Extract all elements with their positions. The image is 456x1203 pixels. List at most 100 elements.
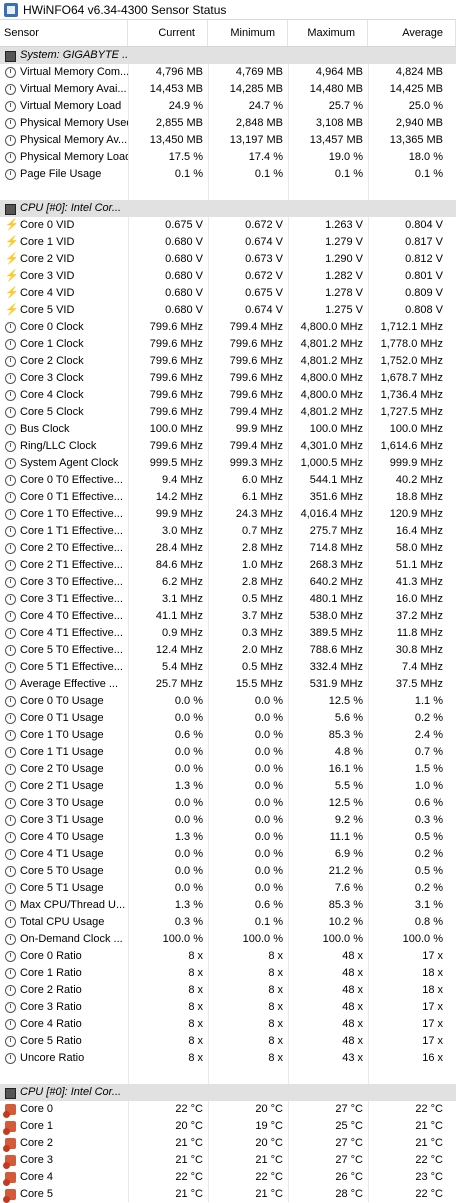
sensor-row[interactable]: Core 0 T1 Usage 0.0 % 0.0 % 5.6 % 0.2 % [0, 710, 456, 727]
sensor-row[interactable]: Core 3 T0 Effective... 6.2 MHz 2.8 MHz 640.… [0, 574, 456, 591]
sensor-row[interactable]: Physical Memory Used 2,855 MB 2,848 MB 3,10… [0, 115, 456, 132]
chip-icon [5, 51, 16, 62]
average-value: 17 x [422, 1018, 443, 1030]
sensor-row[interactable]: Bus Clock 100.0 MHz 99.9 MHz 100.0 MHz 100.0… [0, 421, 456, 438]
header-current[interactable]: Current [128, 20, 208, 46]
sensor-row[interactable]: Virtual Memory Load 24.9 % 24.7 % 25.7 % 25.… [0, 98, 456, 115]
minimum-value: 0.0 % [254, 763, 283, 775]
sensor-row[interactable]: Core 5 Ratio 8 x 8 x 48 x 17 x [0, 1033, 456, 1050]
sensor-row[interactable]: Core 3 T1 Effective... 3.1 MHz 0.5 MHz 480.… [0, 591, 456, 608]
sensor-row[interactable]: Physical Memory Load 17.5 % 17.4 % 19.0 % 18… [0, 149, 456, 166]
sensor-list[interactable]: System: GIGABYTE ... Virtual Memory Com..… [0, 47, 456, 1203]
maximum-value: 5.5 % [334, 780, 363, 792]
sensor-row[interactable]: Core 0 T1 Effective... 14.2 MHz 6.1 MHz 351… [0, 489, 456, 506]
sensor-row[interactable]: Page File Usage 0.1 % 0.1 % 0.1 % 0.1 % [0, 166, 456, 183]
sensor-row[interactable]: Core 3 T0 Usage 0.0 % 0.0 % 12.5 % 0.6 % [0, 795, 456, 812]
voltage-icon: ⚡ [5, 253, 19, 265]
sensor-row[interactable]: Core 0 Clock 799.6 MHz 799.4 MHz 4,800.0 MH… [0, 319, 456, 336]
maximum-value: 14,480 MB [309, 83, 363, 95]
sensor-row[interactable]: Core 2 T1 Usage 1.3 % 0.0 % 5.5 % 1.0 % [0, 778, 456, 795]
sensor-row[interactable]: Core 1 T1 Usage 0.0 % 0.0 % 4.8 % 0.7 % [0, 744, 456, 761]
sensor-row[interactable]: Total CPU Usage 0.3 % 0.1 % 10.2 % 0.8 % [0, 914, 456, 931]
sensor-row[interactable]: Uncore Ratio 8 x 8 x 43 x 16 x [0, 1050, 456, 1067]
sensor-row[interactable]: Core 5 T1 Usage 0.0 % 0.0 % 7.6 % 0.2 % [0, 880, 456, 897]
title-bar[interactable]: HWiNFO64 v6.34-4300 Sensor Status [0, 0, 456, 20]
average-value: 1,678.7 MHz [380, 372, 443, 384]
sensor-row[interactable]: Virtual Memory Avai... 14,453 MB 14,285 MB… [0, 81, 456, 98]
current-value: 0.675 V [165, 219, 203, 231]
sensor-row[interactable]: Core 5 21 °C 21 °C 28 °C 22 °C [0, 1186, 456, 1203]
gauge-icon [5, 968, 16, 979]
sensor-row[interactable]: Core 2 Ratio 8 x 8 x 48 x 18 x [0, 982, 456, 999]
current-value: 0.0 % [174, 746, 203, 758]
sensor-row[interactable]: Core 5 Clock 799.6 MHz 799.4 MHz 4,801.2 MH… [0, 404, 456, 421]
sensor-row[interactable]: Physical Memory Av... 13,450 MB 13,197 MB 1… [0, 132, 456, 149]
average-value: 17 x [422, 1035, 443, 1047]
sensor-row[interactable]: Core 4 T0 Usage 1.3 % 0.0 % 11.1 % 0.5 % [0, 829, 456, 846]
sensor-row[interactable]: Core 4 Ratio 8 x 8 x 48 x 17 x [0, 1016, 456, 1033]
gauge-icon [5, 543, 16, 554]
sensor-row[interactable]: Core 2 T1 Effective... 84.6 MHz 1.0 MHz 268… [0, 557, 456, 574]
sensor-name: Max CPU/Thread U... [20, 899, 126, 911]
sensor-row[interactable]: Max CPU/Thread U... 1.3 % 0.6 % 85.3 % 3.1 % [0, 897, 456, 914]
sensor-row[interactable]: Core 3 T1 Usage 0.0 % 0.0 % 9.2 % 0.3 % [0, 812, 456, 829]
average-value: 0.2 % [414, 848, 443, 860]
sensor-row[interactable]: Core 5 T1 Effective... 5.4 MHz 0.5 MHz 332.… [0, 659, 456, 676]
header-maximum[interactable]: Maximum [288, 20, 368, 46]
maximum-value: 12.5 % [328, 695, 363, 707]
sensor-row[interactable]: Core 2 T0 Effective... 28.4 MHz 2.8 MHz 714… [0, 540, 456, 557]
sensor-row[interactable]: Core 1 T0 Effective... 99.9 MHz 24.3 MHz 4,… [0, 506, 456, 523]
sensor-row[interactable]: ⚡ Core 1 VID 0.680 V 0.674 V 1.279 V 0.817 V [0, 234, 456, 251]
sensor-row[interactable]: Ring/LLC Clock 799.6 MHz 799.4 MHz 4,301.0 … [0, 438, 456, 455]
sensor-group-row[interactable]: CPU [#0]: Intel Cor... [0, 1084, 456, 1101]
sensor-row[interactable]: ⚡ Core 3 VID 0.680 V 0.672 V 1.282 V 0.801 V [0, 268, 456, 285]
average-value: 0.809 V [405, 287, 443, 299]
sensor-row[interactable]: Core 5 T0 Usage 0.0 % 0.0 % 21.2 % 0.5 % [0, 863, 456, 880]
sensor-row[interactable]: Core 4 T1 Effective... 0.9 MHz 0.3 MHz 389.… [0, 625, 456, 642]
sensor-row[interactable]: ⚡ Core 5 VID 0.680 V 0.674 V 1.275 V 0.808 V [0, 302, 456, 319]
sensor-row[interactable]: Core 3 21 °C 21 °C 27 °C 22 °C [0, 1152, 456, 1169]
sensor-group-row[interactable]: CPU [#0]: Intel Cor... [0, 200, 456, 217]
maximum-value: 25.7 % [328, 100, 363, 112]
sensor-row[interactable]: Core 3 Clock 799.6 MHz 799.6 MHz 4,800.0 MH… [0, 370, 456, 387]
sensor-row[interactable]: Core 4 T0 Effective... 41.1 MHz 3.7 MHz 538… [0, 608, 456, 625]
sensor-row[interactable]: Core 0 Ratio 8 x 8 x 48 x 17 x [0, 948, 456, 965]
sensor-row[interactable]: ⚡ Core 2 VID 0.680 V 0.673 V 1.290 V 0.812 V [0, 251, 456, 268]
maximum-value: 1.290 V [325, 253, 363, 265]
sensor-row[interactable]: ⚡ Core 4 VID 0.680 V 0.675 V 1.278 V 0.809 V [0, 285, 456, 302]
sensor-name: Core 3 Clock [20, 372, 84, 384]
sensor-row[interactable]: Core 0 22 °C 20 °C 27 °C 22 °C [0, 1101, 456, 1118]
sensor-row[interactable]: Core 5 T0 Effective... 12.4 MHz 2.0 MHz 788… [0, 642, 456, 659]
average-value: 14,425 MB [389, 83, 443, 95]
sensor-row[interactable]: Core 1 Clock 799.6 MHz 799.6 MHz 4,801.2 MH… [0, 336, 456, 353]
sensor-row[interactable]: Core 4 T1 Usage 0.0 % 0.0 % 6.9 % 0.2 % [0, 846, 456, 863]
sensor-row[interactable]: Core 2 Clock 799.6 MHz 799.6 MHz 4,801.2 MH… [0, 353, 456, 370]
sensor-row[interactable]: Core 1 T1 Effective... 3.0 MHz 0.7 MHz 275.… [0, 523, 456, 540]
sensor-row[interactable]: Core 0 T0 Usage 0.0 % 0.0 % 12.5 % 1.1 % [0, 693, 456, 710]
sensor-row[interactable]: Core 3 Ratio 8 x 8 x 48 x 17 x [0, 999, 456, 1016]
header-sensor[interactable]: Sensor [0, 20, 128, 46]
sensor-row[interactable]: Average Effective ... 25.7 MHz 15.5 MHz 531… [0, 676, 456, 693]
gauge-icon [5, 645, 16, 656]
sensor-row[interactable]: Core 2 21 °C 20 °C 27 °C 21 °C [0, 1135, 456, 1152]
sensor-row[interactable]: ⚡ Core 0 VID 0.675 V 0.672 V 1.263 V 0.804 V [0, 217, 456, 234]
sensor-row[interactable]: Core 1 20 °C 19 °C 25 °C 21 °C [0, 1118, 456, 1135]
sensor-row[interactable]: Core 0 T0 Effective... 9.4 MHz 6.0 MHz 544.… [0, 472, 456, 489]
header-average[interactable]: Average [368, 20, 456, 46]
minimum-value: 20 °C [255, 1103, 283, 1115]
chip-icon [5, 204, 16, 215]
sensor-row[interactable]: Virtual Memory Com... 4,796 MB 4,769 MB 4,9… [0, 64, 456, 81]
minimum-value: 2,848 MB [235, 117, 283, 129]
sensor-row[interactable]: System Agent Clock 999.5 MHz 999.3 MHz 1,00… [0, 455, 456, 472]
minimum-value: 0.7 MHz [242, 525, 283, 537]
gauge-icon [5, 509, 16, 520]
sensor-row[interactable]: Core 4 22 °C 22 °C 26 °C 23 °C [0, 1169, 456, 1186]
sensor-row[interactable]: On-Demand Clock ... 100.0 % 100.0 % 100.0 %… [0, 931, 456, 948]
header-minimum[interactable]: Minimum [208, 20, 288, 46]
sensor-row[interactable]: Core 1 Ratio 8 x 8 x 48 x 18 x [0, 965, 456, 982]
sensor-row[interactable]: Core 1 T0 Usage 0.6 % 0.0 % 85.3 % 2.4 % [0, 727, 456, 744]
gauge-icon [5, 101, 16, 112]
sensor-group-row[interactable]: System: GIGABYTE ... [0, 47, 456, 64]
sensor-row[interactable]: Core 2 T0 Usage 0.0 % 0.0 % 16.1 % 1.5 % [0, 761, 456, 778]
sensor-row[interactable]: Core 4 Clock 799.6 MHz 799.6 MHz 4,800.0 MH… [0, 387, 456, 404]
